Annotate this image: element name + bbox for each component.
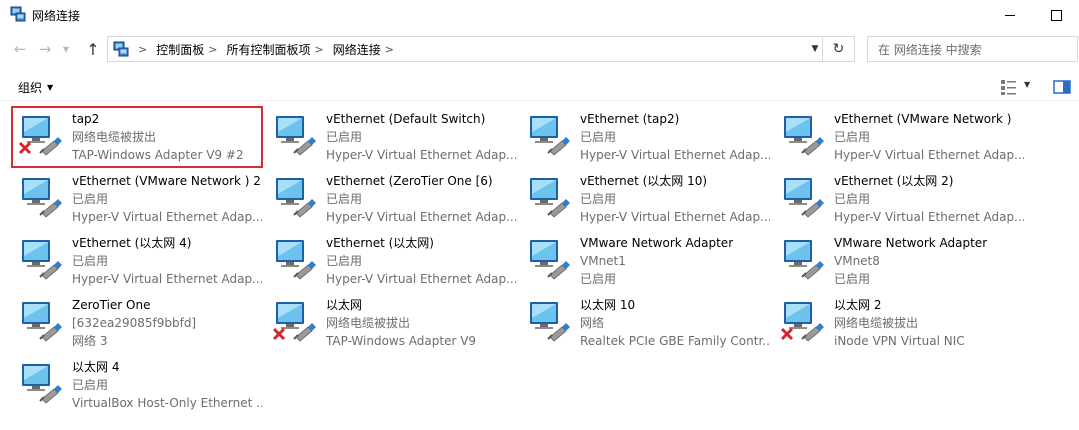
connection-status: 已启用 [72,192,109,206]
connection-name: 以太网 2 [834,298,882,312]
connection-status: 已启用 [326,130,363,144]
connection-device: TAP-Windows Adapter V9 [326,334,477,348]
network-adapter-icon [22,178,62,218]
connection-device: Hyper-V Virtual Ethernet Adap... [72,210,262,224]
connection-item[interactable]: 以太网 10 网络 Realtek PCIe GBE Family Contr... [520,293,770,353]
connection-item[interactable]: vEthernet (VMware Network ) 已启用 Hyper-V Vi… [774,107,1024,167]
connection-device: Hyper-V Virtual Ethernet Adap... [834,148,1024,162]
connection-device: Realtek PCIe GBE Family Contr... [580,334,770,348]
connection-name: ZeroTier One [72,298,151,312]
connection-item[interactable]: vEthernet (以太网 2) 已启用 Hyper-V Virtual Ethe… [774,169,1024,229]
connection-status: 已启用 [834,130,871,144]
connection-name: vEthernet (tap2) [580,112,680,126]
connection-status: 已启用 [326,254,363,268]
connection-item[interactable]: vEthernet (tap2) 已启用 Hyper-V Virtual Ether… [520,107,770,167]
connection-name: vEthernet (以太网 10) [580,174,708,188]
network-adapter-icon [22,240,62,280]
network-adapter-icon [18,116,62,156]
connection-name: vEthernet (VMware Network ) [834,112,1012,126]
connection-device: Hyper-V Virtual Ethernet Adap... [834,210,1024,224]
connection-item[interactable]: vEthernet (VMware Network ) 2 已启用 Hyper-V … [12,169,262,229]
disconnected-x-icon [780,327,794,341]
connection-status: 网络电缆被拔出 [834,316,919,330]
network-adapter-icon [276,116,316,156]
disconnected-x-icon [18,141,32,155]
network-adapter-icon [22,364,62,404]
connection-status: 已启用 [834,192,871,206]
connection-status: 网络电缆被拔出 [72,130,157,144]
connection-name: 以太网 4 [72,360,120,374]
connection-device: 已启用 [834,272,871,286]
connection-status: 已启用 [72,378,109,392]
connection-status: 已启用 [580,130,617,144]
network-adapter-icon [784,178,824,218]
connection-status: 已启用 [326,192,363,206]
connection-item[interactable]: vEthernet (以太网) 已启用 Hyper-V Virtual Ethern… [266,231,516,291]
connection-item[interactable]: tap2 网络电缆被拔出 TAP-Windows Adapter V9 #2 [11,106,263,168]
connection-device: VirtualBox Host-Only Ethernet ... [72,396,262,410]
connection-item[interactable]: vEthernet (ZeroTier One [6) 已启用 Hyper-V Vi… [266,169,516,229]
connection-name: tap2 [72,112,100,126]
connection-device: 已启用 [580,272,617,286]
connection-name: vEthernet (ZeroTier One [6) [326,174,493,188]
connection-item[interactable]: VMware Network Adapter VMnet1 已启用 [520,231,770,291]
connection-device: 网络 3 [72,334,108,348]
network-adapter-icon [272,302,316,342]
disconnected-x-icon [272,327,286,341]
connection-device: iNode VPN Virtual NIC [834,334,965,348]
connection-device: Hyper-V Virtual Ethernet Adap... [72,272,262,286]
connection-status: 已启用 [72,254,109,268]
network-adapter-icon [530,302,570,342]
network-adapter-icon [22,302,62,342]
network-adapter-icon [530,116,570,156]
network-adapter-icon [530,240,570,280]
connection-item[interactable]: VMware Network Adapter VMnet8 已启用 [774,231,1024,291]
connection-item[interactable]: 以太网 4 已启用 VirtualBox Host-Only Ethernet ..… [12,355,262,415]
connection-item[interactable]: ZeroTier One [632ea29085f9bbfd] 网络 3 [12,293,262,353]
connection-name: 以太网 10 [580,298,636,312]
connection-device: Hyper-V Virtual Ethernet Adap... [580,210,770,224]
network-adapter-icon [530,178,570,218]
connection-name: VMware Network Adapter [580,236,734,250]
connection-status: VMnet8 [834,254,880,268]
network-adapter-icon [276,178,316,218]
connection-item[interactable]: vEthernet (以太网 4) 已启用 Hyper-V Virtual Ethe… [12,231,262,291]
connection-name: vEthernet (以太网 2) [834,174,954,188]
connection-item[interactable]: vEthernet (Default Switch) 已启用 Hyper-V Vir… [266,107,516,167]
connection-name: VMware Network Adapter [834,236,988,250]
connection-name: vEthernet (Default Switch) [326,112,486,126]
connection-name: 以太网 [326,298,363,312]
connection-name: vEthernet (VMware Network ) 2 [72,174,261,188]
connection-device: Hyper-V Virtual Ethernet Adap... [580,148,770,162]
network-adapter-icon [784,116,824,156]
connection-status: VMnet1 [580,254,626,268]
connection-status: 已启用 [580,192,617,206]
connection-device: Hyper-V Virtual Ethernet Adap... [326,148,516,162]
connection-device: TAP-Windows Adapter V9 #2 [72,148,244,162]
connection-status: 网络 [580,316,605,330]
connection-device: Hyper-V Virtual Ethernet Adap... [326,210,516,224]
connection-status: 网络电缆被拔出 [326,316,411,330]
connection-device: Hyper-V Virtual Ethernet Adap... [326,272,516,286]
connection-name: vEthernet (以太网) [326,236,434,250]
connection-name: vEthernet (以太网 4) [72,236,192,250]
connection-list: tap2 网络电缆被拔出 TAP-Windows Adapter V9 #2 vEth… [0,0,1079,430]
connection-item[interactable]: 以太网网络电缆被拔出 TAP-Windows Adapter V9 [266,293,516,353]
connection-status: [632ea29085f9bbfd] [72,316,197,330]
network-adapter-icon [780,302,824,342]
connection-item[interactable]: vEthernet (以太网 10) 已启用 Hyper-V Virtual Eth… [520,169,770,229]
network-adapter-icon [276,240,316,280]
connection-item[interactable]: 以太网 2 网络电缆被拔出 iNode VPN Virtual NIC [774,293,1024,353]
network-adapter-icon [784,240,824,280]
